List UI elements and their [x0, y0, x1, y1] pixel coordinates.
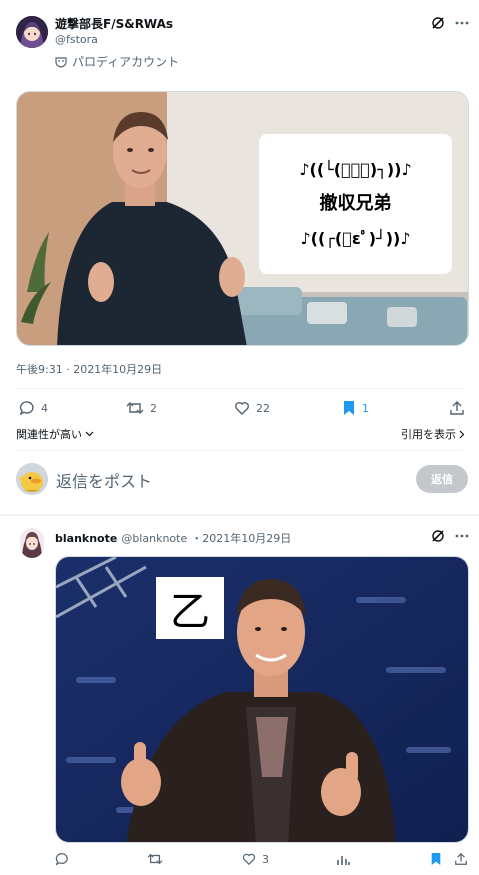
caption-line-2: 撤収兄弟 — [319, 192, 392, 214]
reply-header: blanknote @blanknote ・2021年10月29日 — [55, 530, 291, 546]
divider — [16, 450, 463, 451]
sort-dropdown[interactable]: 関連性が高い — [16, 426, 94, 442]
reply-display-name[interactable]: blanknote — [55, 532, 117, 545]
share-icon[interactable] — [449, 400, 465, 416]
reply-input[interactable]: 返信をポスト — [56, 468, 152, 492]
bookmark-icon — [342, 400, 356, 416]
grok-icon[interactable] — [431, 16, 445, 30]
mask-icon — [55, 56, 67, 68]
heart-icon — [234, 400, 250, 416]
image-caption: ♪((└(ﾟ３ﾟ)┐))♪ 撤収兄弟 ♪((┌(ﾟεﾟ)┘))♪ — [259, 134, 452, 274]
view-quotes-link[interactable]: 引用を表示 — [401, 426, 465, 442]
reply-button[interactable]: 4 — [19, 400, 48, 416]
reply-icon[interactable] — [55, 852, 69, 866]
like-button[interactable]: 3 — [242, 852, 269, 866]
chevron-down-icon — [85, 431, 94, 437]
chevron-right-icon — [459, 430, 465, 439]
view-quotes-label: 引用を表示 — [401, 428, 456, 441]
reply-icon — [19, 400, 35, 416]
more-options-icon[interactable] — [455, 533, 469, 539]
repost-icon[interactable] — [147, 852, 163, 866]
divider — [16, 388, 463, 389]
like-button[interactable]: 22 — [234, 400, 270, 416]
reply-author-avatar[interactable] — [20, 528, 44, 558]
repost-icon — [126, 400, 144, 416]
reply-submit-button[interactable]: 返信 — [416, 465, 468, 493]
heart-icon — [242, 852, 256, 866]
share-icon[interactable] — [454, 852, 468, 866]
bookmark-count: 1 — [362, 401, 369, 415]
post-timestamp[interactable]: 午後9:31 · 2021年10月29日 — [16, 361, 162, 377]
caption-line-3: ♪((┌(ﾟεﾟ)┘))♪ — [300, 228, 411, 248]
repost-count: 2 — [150, 401, 157, 415]
bookmark-button[interactable]: 1 — [342, 400, 369, 416]
sort-label: 関連性が高い — [16, 428, 82, 441]
author-display-name[interactable]: 遊撃部長F/S&RWAs — [55, 17, 173, 31]
more-options-icon[interactable] — [455, 20, 469, 26]
reply-count: 4 — [41, 401, 48, 415]
like-count: 22 — [256, 401, 270, 415]
parody-label-row: パロディアカウント — [55, 53, 179, 70]
author-handle[interactable]: @fstora — [55, 33, 173, 47]
parody-label: パロディアカウント — [72, 55, 180, 69]
caption-line-1: ♪((└(ﾟ３ﾟ)┐))♪ — [299, 159, 412, 179]
grok-icon[interactable] — [431, 529, 445, 543]
overlay-character: 乙 — [170, 589, 210, 635]
reply-handle[interactable]: @blanknote — [121, 532, 187, 545]
like-count: 3 — [262, 852, 269, 866]
musk-photo — [56, 557, 468, 842]
author-avatar[interactable] — [16, 16, 48, 48]
analytics-icon[interactable] — [336, 852, 350, 866]
current-user-avatar[interactable] — [16, 463, 48, 495]
reply-image[interactable]: 乙 — [55, 556, 469, 843]
bookmark-icon[interactable] — [430, 852, 442, 866]
repost-button[interactable]: 2 — [126, 400, 157, 416]
post-image[interactable]: ♪((└(ﾟ３ﾟ)┐))♪ 撤収兄弟 ♪((┌(ﾟεﾟ)┘))♪ — [16, 91, 469, 346]
reply-date[interactable]: ・2021年10月29日 — [191, 530, 291, 546]
section-separator — [0, 514, 479, 516]
